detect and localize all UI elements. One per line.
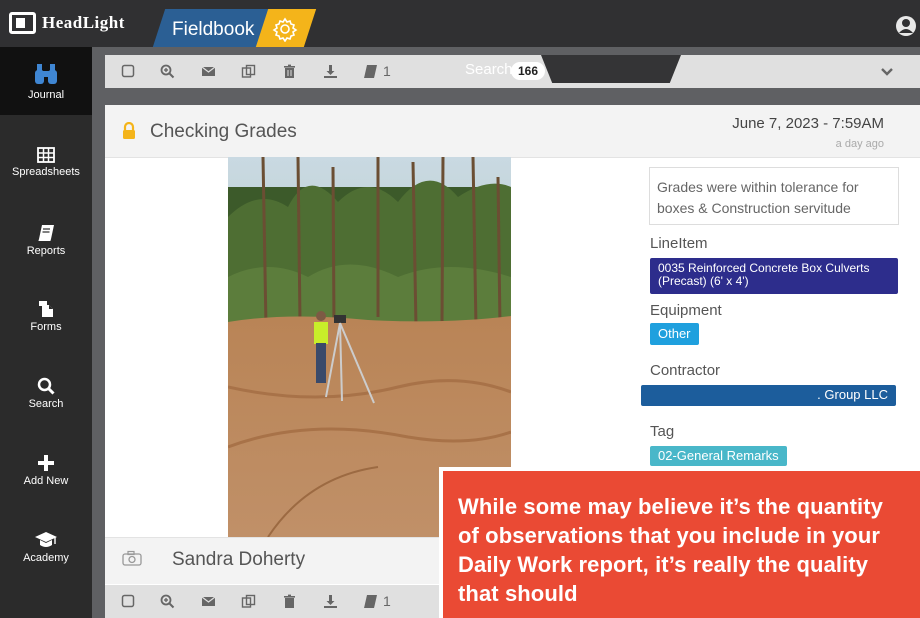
email-icon[interactable] xyxy=(201,64,216,79)
equipment-label: Equipment xyxy=(650,302,722,319)
nav-label: Forms xyxy=(30,321,62,333)
lock-icon xyxy=(123,122,135,139)
grid-icon xyxy=(37,147,55,163)
equipment-chip[interactable]: Other xyxy=(650,323,699,345)
graduation-cap-icon xyxy=(35,532,57,547)
report-book-icon[interactable] xyxy=(363,64,378,79)
brand-name: HeadLight xyxy=(42,13,125,32)
entry-title[interactable]: Checking Grades xyxy=(150,121,297,143)
user-avatar-icon[interactable] xyxy=(895,15,917,37)
entry-header: Checking Grades June 7, 2023 - 7:59AM a … xyxy=(105,105,920,158)
nav-label: Reports xyxy=(26,245,66,257)
contractor-name: . Group LLC xyxy=(817,387,888,402)
email-icon[interactable] xyxy=(201,594,216,609)
nav-forms[interactable]: Forms xyxy=(0,285,92,353)
download-icon[interactable] xyxy=(323,64,338,79)
select-checkbox-icon[interactable] xyxy=(121,64,136,79)
nav-label: Journal xyxy=(27,89,65,101)
camera-icon xyxy=(122,550,142,566)
search-tab-label: Search xyxy=(465,61,513,78)
nav-spreadsheets[interactable]: Spreadsheets xyxy=(0,132,92,200)
zoom-in-icon[interactable] xyxy=(160,64,175,79)
tag-label: Tag xyxy=(650,423,675,440)
trash-icon[interactable] xyxy=(282,594,297,609)
entry-description: Grades were within tolerance for boxes &… xyxy=(649,167,899,225)
nav-label: Add New xyxy=(23,475,69,487)
line-item-chip[interactable]: 0035 Reinforced Concrete Box Culverts (P… xyxy=(650,258,898,294)
report-book-icon[interactable] xyxy=(363,594,378,609)
report-count: 1 xyxy=(383,63,391,79)
line-item-label: LineItem xyxy=(650,235,708,252)
left-nav: Journal Spreadsheets Reports Forms Searc… xyxy=(0,47,92,618)
select-checkbox-icon[interactable] xyxy=(121,594,136,609)
download-icon[interactable] xyxy=(323,594,338,609)
nav-search[interactable]: Search xyxy=(0,362,92,430)
search-count-badge: 166 xyxy=(511,62,546,80)
chevron-down-icon[interactable] xyxy=(880,67,894,77)
nav-add-new[interactable]: Add New xyxy=(0,439,92,507)
author-name[interactable]: Sandra Doherty xyxy=(172,549,305,571)
forms-icon xyxy=(39,301,53,317)
headlight-logo[interactable]: HeadLight xyxy=(9,5,125,41)
quality-callout: While some may believe it’s the quantity… xyxy=(439,467,920,618)
nav-journal[interactable]: Journal xyxy=(0,47,92,115)
binoculars-icon xyxy=(35,64,57,84)
contractor-chip[interactable]: . Group LLC xyxy=(641,385,896,406)
nav-reports[interactable]: Reports xyxy=(0,209,92,277)
contractor-label: Contractor xyxy=(650,362,721,379)
nav-label: Spreadsheets xyxy=(12,166,80,178)
search-tab[interactable] xyxy=(541,55,681,83)
report-count: 1 xyxy=(383,593,391,609)
entry-relative-time: a day ago xyxy=(835,138,884,150)
nav-label: Search xyxy=(28,398,64,410)
entry-date: June 7, 2023 - 7:59AM xyxy=(732,115,884,132)
top-bar: HeadLight Fieldbook xyxy=(0,0,920,47)
copy-icon[interactable] xyxy=(241,594,256,609)
zoom-in-icon[interactable] xyxy=(160,594,175,609)
copy-icon[interactable] xyxy=(241,64,256,79)
tag-chip[interactable]: 02-General Remarks xyxy=(650,446,787,466)
plus-icon xyxy=(38,455,54,471)
module-title: Fieldbook xyxy=(172,19,255,40)
trash-icon[interactable] xyxy=(282,64,297,79)
nav-academy[interactable]: Academy xyxy=(0,516,92,584)
book-icon xyxy=(38,225,54,241)
gear-icon[interactable] xyxy=(272,16,298,42)
nav-label: Academy xyxy=(23,552,69,564)
search-icon xyxy=(37,377,55,395)
logo-mark xyxy=(9,12,36,34)
